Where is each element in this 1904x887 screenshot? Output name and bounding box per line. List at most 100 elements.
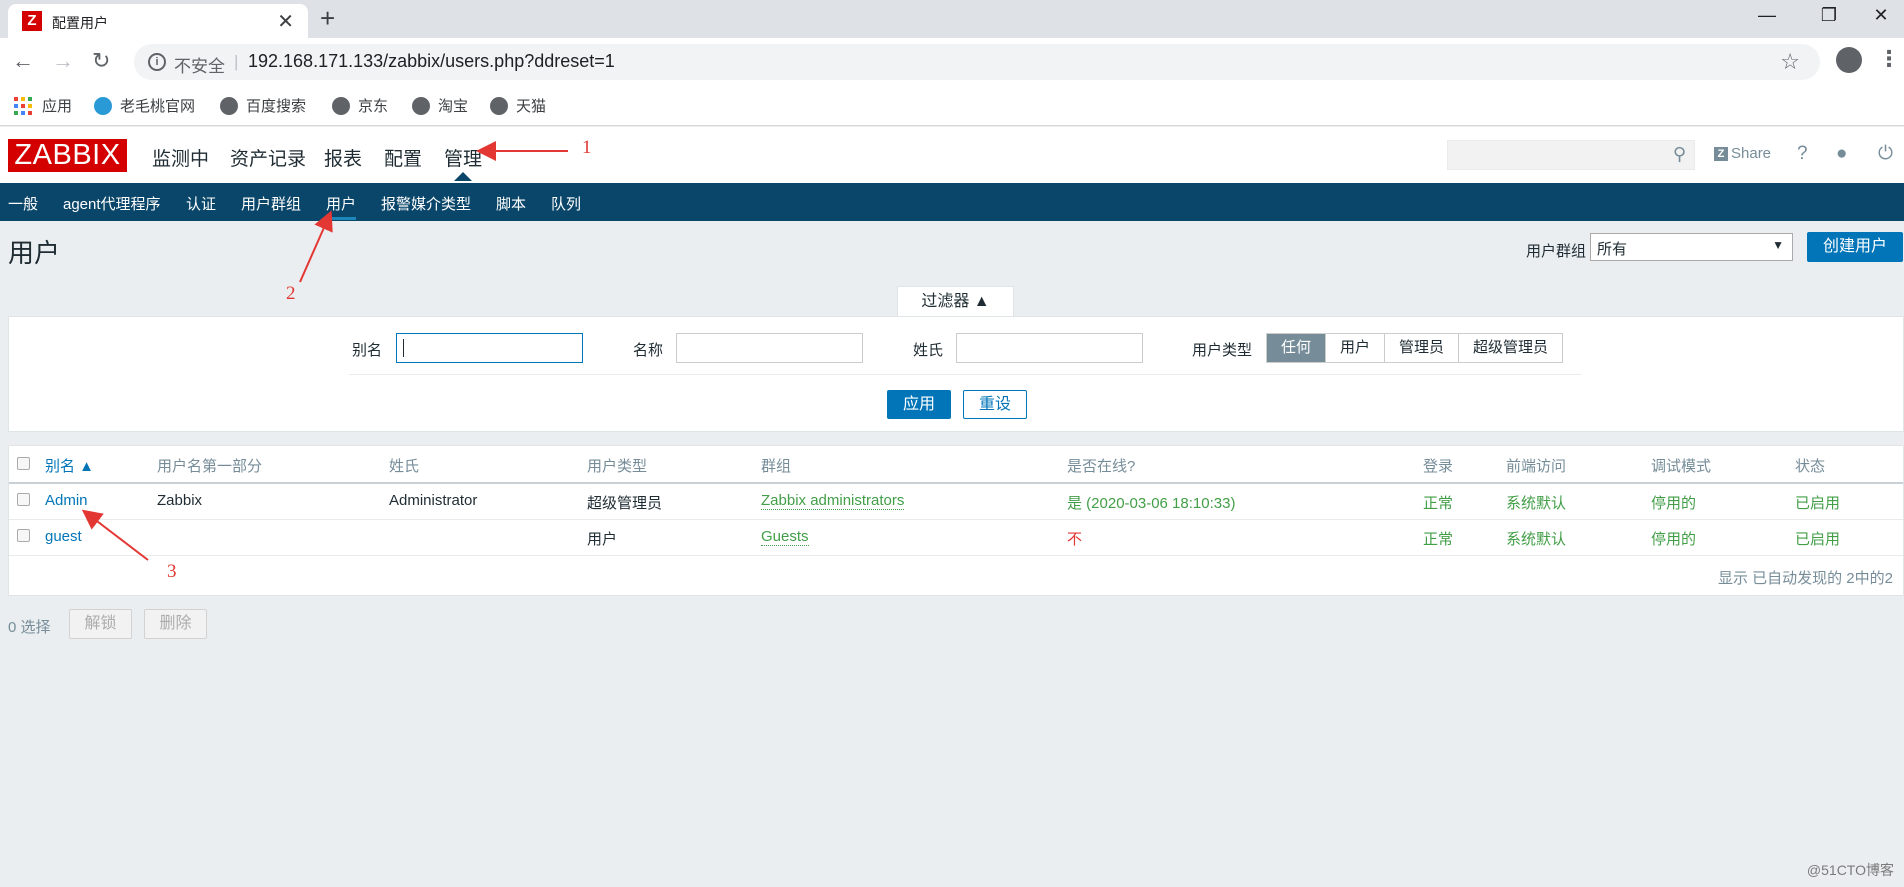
menu-configuration[interactable]: 配置 bbox=[384, 144, 422, 171]
user-groups-link[interactable]: Zabbix administrators bbox=[761, 492, 905, 510]
user-group-value: 所有 bbox=[1597, 241, 1628, 258]
zabbix-logo[interactable]: ZABBIX bbox=[8, 139, 127, 172]
subnav-media-types[interactable]: 报警媒介类型 bbox=[381, 193, 471, 214]
user-surname: Administrator bbox=[389, 492, 478, 509]
user-type: 用户 bbox=[587, 531, 618, 548]
bookmark-jd[interactable]: 京东 bbox=[332, 95, 388, 116]
tab-close-icon[interactable]: ✕ bbox=[277, 9, 294, 34]
bookmark-tmall[interactable]: 天猫 bbox=[490, 95, 546, 116]
user-type-segmented: 任何 用户 管理员 超级管理员 bbox=[1266, 333, 1564, 363]
global-search-input[interactable]: ⚲ bbox=[1447, 140, 1695, 170]
back-icon[interactable]: ← bbox=[12, 48, 34, 74]
menu-monitoring[interactable]: 监测中 bbox=[152, 144, 209, 171]
user-login-status[interactable]: 正常 bbox=[1423, 492, 1453, 513]
bookmark-laomaotao[interactable]: 老毛桃官网 bbox=[94, 95, 195, 116]
name-label: 名称 bbox=[633, 342, 664, 359]
subnav-scripts[interactable]: 脚本 bbox=[496, 193, 526, 214]
annotation-number-2: 2 bbox=[286, 283, 296, 304]
search-icon[interactable]: ⚲ bbox=[1673, 144, 1686, 165]
bookmark-label: 淘宝 bbox=[438, 98, 469, 115]
bookmark-baidu[interactable]: 百度搜索 bbox=[220, 95, 306, 116]
column-alias[interactable]: 别名 ▲ bbox=[45, 455, 94, 476]
column-type[interactable]: 用户类型 bbox=[587, 455, 647, 476]
profile-icon[interactable] bbox=[1836, 47, 1862, 73]
subnav-user-groups[interactable]: 用户群组 bbox=[241, 193, 301, 214]
separator: | bbox=[234, 52, 239, 71]
subnav-authentication[interactable]: 认证 bbox=[186, 193, 216, 214]
user-login-status[interactable]: 正常 bbox=[1423, 528, 1453, 549]
bookmark-label: 京东 bbox=[358, 98, 389, 115]
header-divider bbox=[9, 482, 1903, 484]
user-group-select[interactable]: 所有 ▼ bbox=[1590, 233, 1793, 261]
bookmark-star-icon[interactable]: ☆ bbox=[1780, 49, 1800, 75]
annotation-number-3: 3 bbox=[167, 561, 177, 582]
subnav-proxies[interactable]: agent代理程序 bbox=[63, 193, 161, 214]
user-alias-link[interactable]: guest bbox=[45, 528, 82, 545]
user-online-status: 是 (2020-03-06 18:10:33) bbox=[1067, 495, 1236, 512]
alias-input[interactable] bbox=[396, 333, 583, 363]
reload-icon[interactable]: ↻ bbox=[92, 48, 110, 74]
user-debug-mode[interactable]: 停用的 bbox=[1651, 528, 1696, 549]
column-status: 状态 bbox=[1795, 458, 1826, 475]
user-group-label: 用户群组 bbox=[1526, 243, 1587, 260]
create-user-button[interactable]: 创建用户 bbox=[1807, 232, 1903, 262]
name-input[interactable] bbox=[676, 333, 863, 363]
row-divider bbox=[9, 555, 1903, 556]
browser-menu-icon[interactable]: ⋮ bbox=[1878, 46, 1900, 72]
filter-tab[interactable]: 过滤器 ▲ bbox=[897, 286, 1014, 318]
page-title: 用户 bbox=[8, 238, 61, 268]
user-frontend-access[interactable]: 系统默认 bbox=[1506, 492, 1566, 513]
logout-icon[interactable]: ⏻ bbox=[1878, 143, 1893, 165]
window-close-icon[interactable]: ✕ bbox=[1858, 5, 1904, 26]
unblock-button[interactable]: 解锁 bbox=[69, 609, 132, 639]
globe-icon bbox=[332, 96, 350, 115]
apply-button[interactable]: 应用 bbox=[887, 390, 951, 419]
surname-input[interactable] bbox=[956, 333, 1143, 363]
subnav-general[interactable]: 一般 bbox=[8, 193, 38, 214]
omnibox[interactable]: i 不安全 | 192.168.171.133/zabbix/users.php… bbox=[134, 44, 1820, 80]
user-type-admin[interactable]: 管理员 bbox=[1384, 334, 1459, 362]
column-name[interactable]: 用户名第一部分 bbox=[157, 455, 262, 476]
column-frontend: 前端访问 bbox=[1506, 458, 1567, 475]
user-type-super-admin[interactable]: 超级管理员 bbox=[1458, 334, 1563, 362]
bookmark-apps[interactable]: 应用 bbox=[14, 95, 72, 116]
reset-button[interactable]: 重设 bbox=[963, 390, 1027, 419]
share-link[interactable]: Z Share bbox=[1714, 145, 1771, 162]
text-cursor bbox=[403, 339, 404, 357]
menu-administration[interactable]: 管理 bbox=[444, 144, 482, 181]
row-checkbox[interactable] bbox=[17, 529, 30, 542]
delete-button[interactable]: 删除 bbox=[144, 609, 207, 639]
column-surname[interactable]: 姓氏 bbox=[389, 455, 419, 476]
chevron-down-icon: ▼ bbox=[1772, 238, 1784, 252]
user-groups-link[interactable]: Guests bbox=[761, 528, 809, 546]
bookmark-label: 百度搜索 bbox=[246, 98, 307, 115]
user-frontend-access[interactable]: 系统默认 bbox=[1506, 528, 1566, 549]
subnav-queue[interactable]: 队列 bbox=[551, 193, 581, 214]
browser-tabstrip: Z 配置用户 ✕ + — ❐ ✕ bbox=[0, 0, 1904, 38]
user-alias-link[interactable]: Admin bbox=[45, 492, 88, 509]
user-debug-mode[interactable]: 停用的 bbox=[1651, 492, 1696, 513]
new-tab-icon[interactable]: + bbox=[320, 4, 335, 32]
browser-tab[interactable]: Z 配置用户 ✕ bbox=[8, 4, 308, 38]
user-profile-icon[interactable]: ● bbox=[1836, 143, 1847, 165]
user-status[interactable]: 已启用 bbox=[1795, 528, 1840, 549]
info-icon[interactable]: i bbox=[148, 53, 166, 71]
tab-title: 配置用户 bbox=[52, 15, 108, 31]
forward-icon[interactable]: → bbox=[52, 48, 74, 74]
address-bar: ← → ↻ i 不安全 | 192.168.171.133/zabbix/use… bbox=[0, 38, 1904, 86]
url-text[interactable]: 192.168.171.133/zabbix/users.php?ddreset… bbox=[248, 51, 615, 72]
subnav-users[interactable]: 用户 bbox=[326, 193, 357, 220]
menu-inventory[interactable]: 资产记录 bbox=[230, 144, 306, 171]
menu-reports[interactable]: 报表 bbox=[324, 144, 362, 171]
minimize-icon[interactable]: — bbox=[1744, 5, 1790, 26]
user-type-user[interactable]: 用户 bbox=[1325, 334, 1385, 362]
restore-icon[interactable]: ❐ bbox=[1806, 5, 1852, 26]
row-checkbox[interactable] bbox=[17, 493, 30, 506]
help-icon[interactable]: ? bbox=[1797, 143, 1808, 165]
user-type-any[interactable]: 任何 bbox=[1267, 334, 1326, 362]
zabbix-favicon-icon: Z bbox=[22, 11, 42, 31]
bookmark-taobao[interactable]: 淘宝 bbox=[412, 95, 468, 116]
annotation-arrow-2 bbox=[299, 210, 333, 283]
user-status[interactable]: 已启用 bbox=[1795, 492, 1840, 513]
select-all-checkbox[interactable] bbox=[17, 457, 30, 470]
